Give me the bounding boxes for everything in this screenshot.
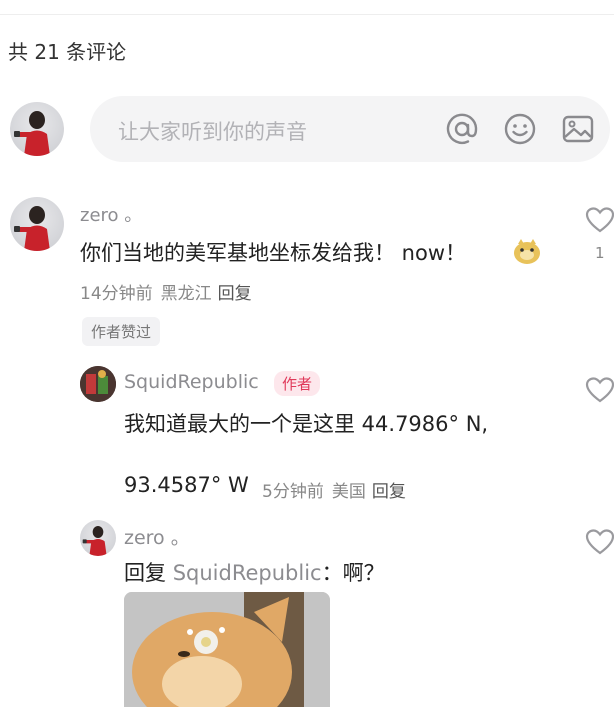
- reply-reply-button[interactable]: 回复: [372, 482, 406, 502]
- comment-text: 你们当地的美军基地坐标发给我！ now！: [80, 241, 467, 265]
- emoji-icon[interactable]: [502, 111, 538, 147]
- comment-meta: 14分钟前 黑龙江 回复: [80, 279, 252, 304]
- image-upload-icon[interactable]: [560, 111, 596, 147]
- cat-photo[interactable]: [124, 592, 330, 707]
- author-tag: 作者: [274, 371, 321, 396]
- reply-prefix: 回复: [124, 561, 166, 585]
- reply-to-user[interactable]: SquidRepublic: [173, 561, 322, 585]
- reply-text: 回复 SquidRepublic：啊？: [124, 557, 385, 587]
- like-count: 1: [595, 244, 605, 262]
- reply-text-line1: 我知道最大的一个是这里 44.7986° N,: [124, 412, 489, 436]
- comment-time: 14分钟前: [80, 284, 153, 304]
- like-heart-icon[interactable]: [585, 376, 614, 404]
- reply-location: 美国: [331, 482, 366, 502]
- comment-input-placeholder: 让大家听到你的声音: [118, 120, 307, 144]
- comment-reply-button[interactable]: 回复: [218, 284, 252, 304]
- commenter-username[interactable]: zero 。: [80, 201, 142, 227]
- comment-input[interactable]: 让大家听到你的声音: [90, 96, 610, 162]
- commenter-avatar[interactable]: [10, 197, 64, 251]
- author-liked-badge: 作者赞过: [82, 317, 161, 346]
- reply-time: 5分钟前: [262, 482, 324, 502]
- reply-body: ：啊？: [321, 561, 385, 585]
- doge-emoji-icon: [512, 236, 542, 266]
- at-mention-icon[interactable]: [444, 111, 480, 147]
- like-heart-icon[interactable]: [585, 528, 614, 556]
- reply-username[interactable]: zero 。: [124, 523, 190, 550]
- like-heart-icon[interactable]: [585, 206, 614, 234]
- comment-count: 共 21 条评论: [8, 40, 127, 64]
- reply-username[interactable]: SquidRepublic: [124, 371, 259, 393]
- reply-avatar[interactable]: [80, 520, 116, 556]
- comment-location: 黑龙江: [160, 284, 212, 304]
- top-divider: [0, 14, 614, 15]
- reply-text-line2: 93.4587° W: [124, 473, 249, 497]
- current-user-avatar[interactable]: [10, 102, 64, 156]
- reply-meta: 5分钟前 美国 回复: [262, 477, 406, 502]
- reply-avatar[interactable]: [80, 366, 116, 402]
